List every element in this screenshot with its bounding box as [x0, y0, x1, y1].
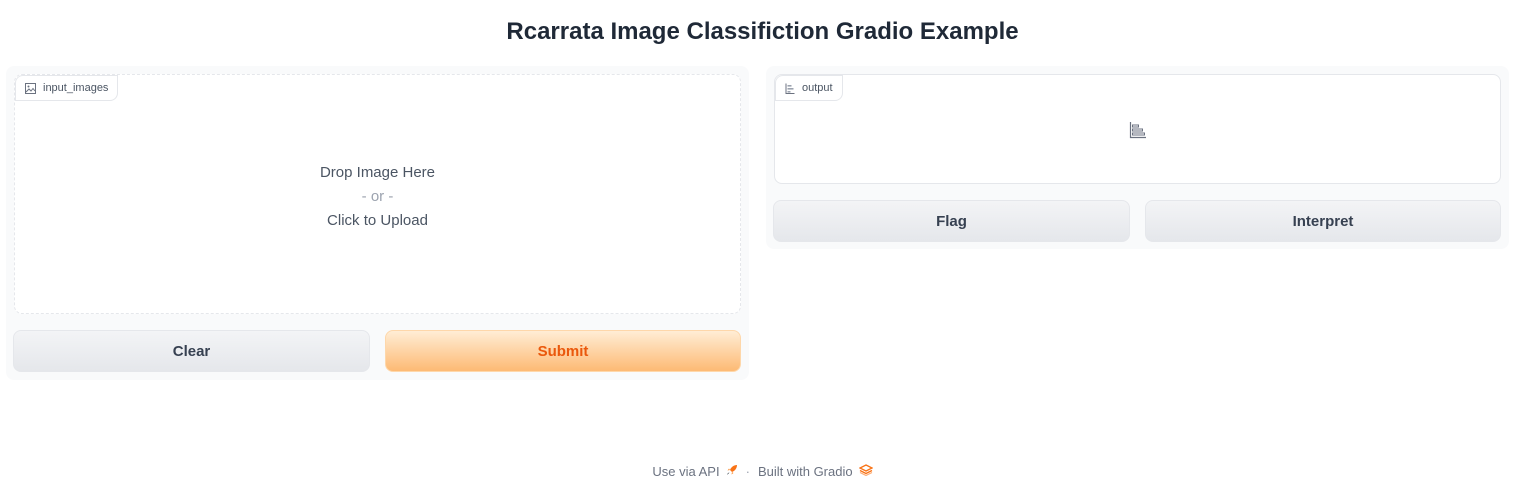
drop-image-text: Drop Image Here: [319, 164, 436, 181]
flag-button[interactable]: Flag: [773, 200, 1130, 242]
output-label-tag: output: [775, 75, 843, 101]
rocket-icon: [726, 464, 738, 479]
submit-button[interactable]: Submit: [385, 330, 741, 372]
clear-button[interactable]: Clear: [13, 330, 370, 372]
input-label-tag: input_images: [15, 75, 119, 101]
footer: Use via API · Built with Gradio: [0, 464, 1525, 479]
interpret-button[interactable]: Interpret: [1145, 200, 1501, 242]
footer-separator: ·: [745, 464, 750, 479]
drop-instructions: Drop Image Here - or - Click to Upload: [15, 161, 740, 233]
use-via-api-link[interactable]: Use via API: [652, 464, 737, 479]
built-with-gradio-link[interactable]: Built with Gradio: [757, 464, 874, 479]
gradio-logo-icon: [858, 464, 874, 479]
input-panel: input_images Drop Image Here - or - Clic…: [6, 66, 749, 380]
image-upload-dropzone[interactable]: input_images Drop Image Here - or - Clic…: [14, 74, 741, 314]
use-via-api-label: Use via API: [652, 464, 720, 479]
bar-chart-icon: [785, 83, 795, 94]
output-box: output: [774, 74, 1501, 184]
input-label: input_images: [43, 82, 109, 94]
built-with-gradio-label: Built with Gradio: [757, 464, 853, 479]
output-label: output: [802, 82, 833, 94]
or-separator-text: - or -: [361, 188, 394, 205]
output-panel: output Flag Interpret: [766, 66, 1509, 249]
output-placeholder-chart-icon: [1129, 121, 1147, 144]
page-title: Rcarrata Image Classifiction Gradio Exam…: [506, 18, 1019, 45]
image-icon: [25, 82, 36, 94]
click-to-upload-text[interactable]: Click to Upload: [15, 209, 740, 233]
